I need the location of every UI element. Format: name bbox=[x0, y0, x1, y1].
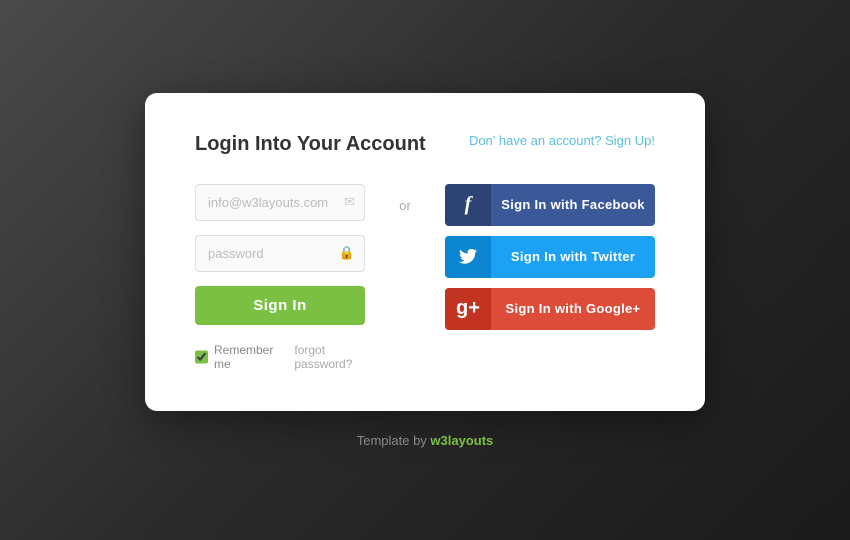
google-btn-label: Sign In with Google+ bbox=[491, 301, 655, 316]
or-divider: or bbox=[395, 184, 415, 213]
card-body: ✉ 🔒 Sign In Remember me forgot password?… bbox=[195, 184, 655, 371]
signin-button[interactable]: Sign In bbox=[195, 286, 365, 325]
twitter-icon bbox=[445, 236, 491, 278]
card-header: Login Into Your Account Don' have an acc… bbox=[195, 133, 655, 156]
lock-icon: 🔒 bbox=[339, 245, 355, 261]
signup-link[interactable]: Don' have an account? Sign Up! bbox=[469, 133, 655, 148]
brand-link[interactable]: w3layouts bbox=[430, 433, 493, 448]
remember-me-checkbox[interactable] bbox=[195, 350, 208, 364]
facebook-btn-label: Sign In with Facebook bbox=[491, 197, 655, 212]
google-icon: g+ bbox=[445, 288, 491, 330]
login-card: Login Into Your Account Don' have an acc… bbox=[145, 93, 705, 411]
remember-me-text: Remember me bbox=[214, 343, 274, 371]
remember-me-label[interactable]: Remember me bbox=[195, 343, 274, 371]
email-input-wrapper: ✉ bbox=[195, 184, 365, 221]
footer: Template by w3layouts bbox=[357, 433, 494, 448]
password-input-wrapper: 🔒 bbox=[195, 235, 365, 272]
facebook-signin-button[interactable]: f Sign In with Facebook bbox=[445, 184, 655, 226]
google-signin-button[interactable]: g+ Sign In with Google+ bbox=[445, 288, 655, 330]
footer-text: Template by bbox=[357, 433, 431, 448]
facebook-icon: f bbox=[445, 184, 491, 226]
email-icon: ✉ bbox=[344, 194, 355, 210]
left-column: ✉ 🔒 Sign In Remember me forgot password? bbox=[195, 184, 365, 371]
twitter-btn-label: Sign In with Twitter bbox=[491, 249, 655, 264]
email-input[interactable] bbox=[195, 184, 365, 221]
remember-row: Remember me forgot password? bbox=[195, 343, 365, 371]
forgot-password-link[interactable]: forgot password? bbox=[294, 343, 365, 371]
twitter-signin-button[interactable]: Sign In with Twitter bbox=[445, 236, 655, 278]
right-column: f Sign In with Facebook Sign In with Twi… bbox=[445, 184, 655, 330]
card-title: Login Into Your Account bbox=[195, 133, 426, 156]
